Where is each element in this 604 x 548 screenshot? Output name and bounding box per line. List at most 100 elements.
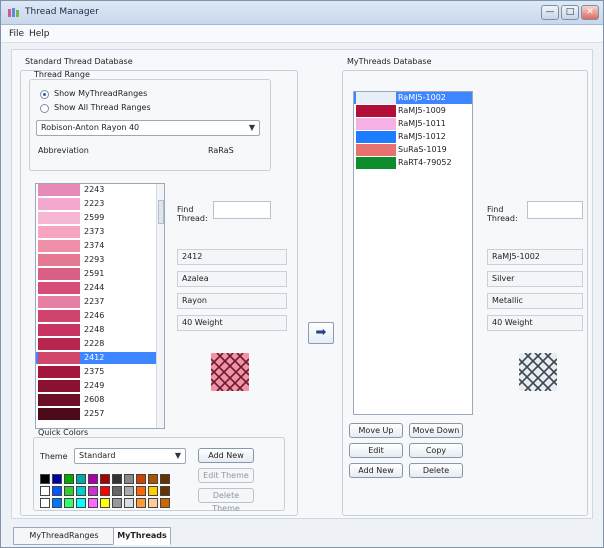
app-icon (8, 8, 19, 17)
quick-color-swatch[interactable] (124, 486, 134, 496)
quick-color-swatch[interactable] (40, 486, 50, 496)
mythreads-material-field: Metallic (487, 293, 583, 309)
quick-color-swatch[interactable] (64, 486, 74, 496)
add-new-button[interactable]: Add New (349, 463, 403, 478)
theme-select[interactable]: Standard ▼ (74, 448, 186, 464)
quick-color-swatch[interactable] (160, 486, 170, 496)
radio-my-ranges[interactable] (40, 90, 49, 99)
copy-button[interactable]: Copy (409, 443, 463, 458)
quick-color-swatch[interactable] (52, 486, 62, 496)
delete-theme-button[interactable]: Delete Theme (198, 488, 254, 513)
mythreads-row[interactable]: SuRaS-1019 (354, 144, 472, 156)
standard-thread-code: 2374 (84, 241, 105, 250)
quick-color-swatch[interactable] (88, 498, 98, 508)
theme-select-value: Standard (79, 451, 116, 460)
standard-find-thread-input[interactable] (213, 201, 271, 219)
mythreads-row[interactable]: RaMJ5-1002 (354, 92, 472, 104)
standard-thread-row[interactable]: 2244 (36, 282, 164, 294)
standard-thread-row[interactable]: 2412 (36, 352, 164, 364)
quick-color-swatch[interactable] (148, 474, 158, 484)
standard-thread-row[interactable]: 2248 (36, 324, 164, 336)
quick-color-swatch[interactable] (88, 474, 98, 484)
standard-thread-list[interactable]: 2243 2223 2599 2373 2374 2293 2591 2244 2237 2246… (35, 183, 165, 429)
thread-color-swatch (38, 380, 80, 392)
quick-color-swatch[interactable] (160, 498, 170, 508)
abbreviation-label: Abbreviation (38, 146, 89, 155)
quick-color-swatch[interactable] (136, 486, 146, 496)
mythreads-row[interactable]: RaMJ5-1012 (354, 131, 472, 143)
mythreads-weight-field: 40 Weight (487, 315, 583, 331)
thread-color-swatch (38, 296, 80, 308)
standard-thread-scroll-thumb[interactable] (158, 200, 164, 224)
menu-bar: File Help (1, 25, 603, 43)
standard-thread-row[interactable]: 2375 (36, 366, 164, 378)
edit-theme-button[interactable]: Edit Theme (198, 468, 254, 483)
standard-thread-row[interactable]: 2257 (36, 408, 164, 420)
quick-color-swatch[interactable] (52, 474, 62, 484)
mythreads-row[interactable]: RaMJ5-1011 (354, 118, 472, 130)
standard-thread-row[interactable]: 2237 (36, 296, 164, 308)
tab-mythreadranges[interactable]: MyThreadRanges (13, 527, 115, 545)
theme-add-new-button[interactable]: Add New (198, 448, 254, 463)
standard-thread-row[interactable]: 2591 (36, 268, 164, 280)
main-content: Standard Thread Database Thread Range Sh… (11, 49, 593, 519)
quick-color-swatch[interactable] (76, 498, 86, 508)
quick-color-swatch[interactable] (112, 486, 122, 496)
standard-thread-code: 2412 (84, 353, 105, 362)
standard-thread-row[interactable]: 2373 (36, 226, 164, 238)
standard-thread-row[interactable]: 2228 (36, 338, 164, 350)
maximize-button[interactable]: □ (561, 5, 579, 20)
minimize-button[interactable]: — (541, 5, 559, 20)
thread-color-swatch (38, 198, 80, 210)
menu-help[interactable]: Help (29, 29, 50, 39)
thread-color-swatch (38, 324, 80, 336)
transfer-arrow-button[interactable]: ➡ (308, 322, 334, 344)
standard-thread-row[interactable]: 2608 (36, 394, 164, 406)
quick-color-swatch[interactable] (76, 474, 86, 484)
quick-color-swatch[interactable] (40, 498, 50, 508)
mythreads-find-thread-input[interactable] (527, 201, 583, 219)
quick-color-swatch[interactable] (112, 474, 122, 484)
standard-thread-row[interactable]: 2243 (36, 184, 164, 196)
quick-color-swatch[interactable] (160, 474, 170, 484)
quick-color-swatch[interactable] (52, 498, 62, 508)
menu-file[interactable]: File (9, 29, 24, 39)
quick-color-swatch[interactable] (136, 474, 146, 484)
quick-color-swatch[interactable] (64, 474, 74, 484)
standard-material-field: Rayon (177, 293, 287, 309)
radio-all-ranges[interactable] (40, 104, 49, 113)
quick-color-swatch[interactable] (148, 486, 158, 496)
quick-color-swatch[interactable] (64, 498, 74, 508)
standard-thread-row[interactable]: 2374 (36, 240, 164, 252)
radio-my-ranges-label: Show MyThreadRanges (54, 89, 148, 98)
delete-button[interactable]: Delete (409, 463, 463, 478)
mythreads-row[interactable]: RaRT4-79052 (354, 157, 472, 169)
thread-color-swatch (38, 184, 80, 196)
move-down-button[interactable]: Move Down (409, 423, 463, 438)
standard-thread-row[interactable]: 2249 (36, 380, 164, 392)
quick-color-swatch[interactable] (148, 498, 158, 508)
standard-thread-scrollbar[interactable] (156, 184, 164, 428)
close-button[interactable]: ✕ (581, 5, 599, 20)
quick-color-swatch[interactable] (88, 486, 98, 496)
standard-thread-row[interactable]: 2223 (36, 198, 164, 210)
edit-button[interactable]: Edit (349, 443, 403, 458)
quick-color-swatch[interactable] (76, 486, 86, 496)
quick-color-swatch[interactable] (112, 498, 122, 508)
move-up-button[interactable]: Move Up (349, 423, 403, 438)
quick-color-swatch[interactable] (40, 474, 50, 484)
quick-color-swatch[interactable] (100, 486, 110, 496)
standard-thread-row[interactable]: 2293 (36, 254, 164, 266)
thread-range-select[interactable]: Robison-Anton Rayon 40 ▼ (36, 120, 260, 136)
quick-color-swatch[interactable] (124, 498, 134, 508)
standard-thread-row[interactable]: 2599 (36, 212, 164, 224)
standard-thread-row[interactable]: 2246 (36, 310, 164, 322)
quick-color-swatch[interactable] (136, 498, 146, 508)
mythreads-row[interactable]: RaMJ5-1009 (354, 105, 472, 117)
mythreads-list[interactable]: RaMJ5-1002 RaMJ5-1009 RaMJ5-1011 RaMJ5-1012… (353, 91, 473, 415)
mythread-code: RaMJ5-1011 (398, 119, 446, 128)
tab-mythreads[interactable]: MyThreads (113, 527, 171, 545)
quick-color-swatch[interactable] (100, 498, 110, 508)
quick-color-swatch[interactable] (124, 474, 134, 484)
quick-color-swatch[interactable] (100, 474, 110, 484)
